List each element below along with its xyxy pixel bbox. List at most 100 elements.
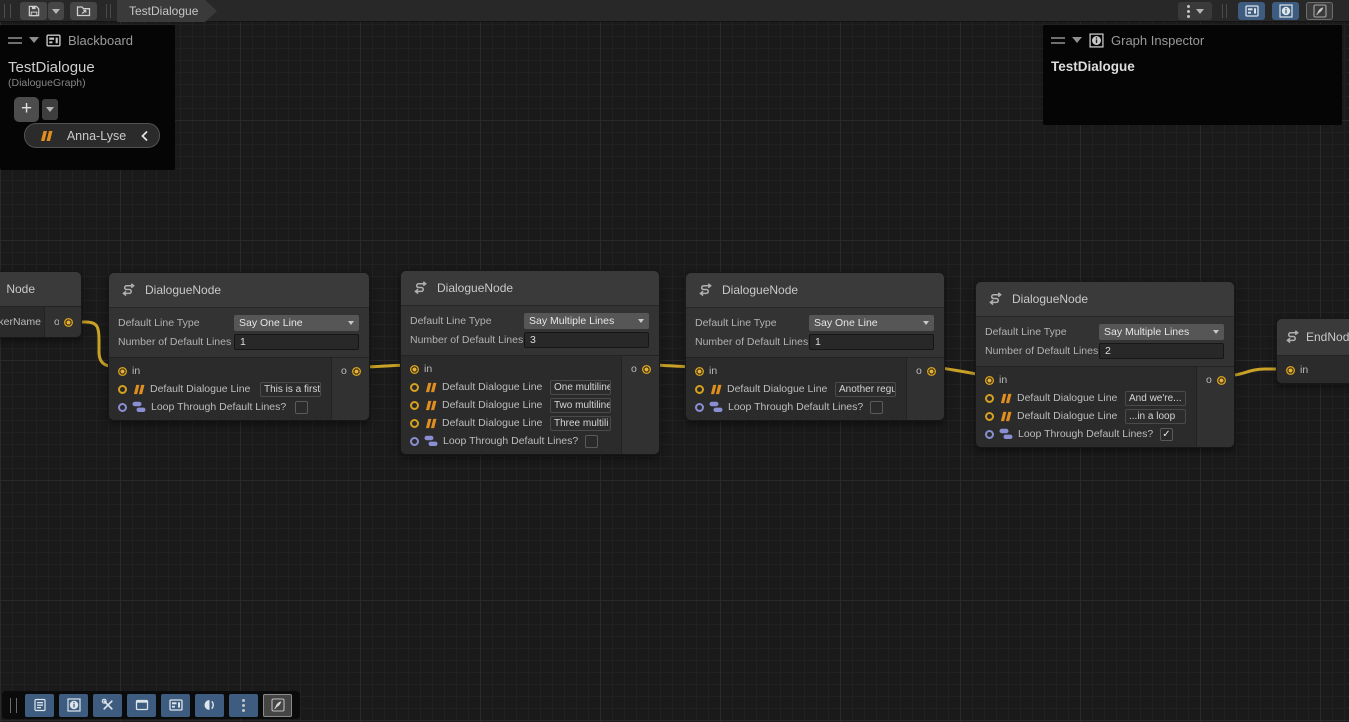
more-options-button[interactable] xyxy=(229,694,258,717)
bool-port[interactable] xyxy=(695,403,704,412)
dialogue-node-2[interactable]: DialogueNode Default Line Type Say Multi… xyxy=(400,270,660,455)
num-lines-field[interactable]: 2 xyxy=(1099,343,1224,359)
toggle-console-button[interactable] xyxy=(25,694,54,717)
dialogue-line-field[interactable]: Another regu xyxy=(835,382,896,397)
dialogue-node-4[interactable]: DialogueNode Default Line Type Say Multi… xyxy=(975,281,1235,448)
add-property-button[interactable]: + xyxy=(14,97,39,122)
toolbar-drag-handle[interactable] xyxy=(10,698,17,713)
loop-checkbox[interactable] xyxy=(870,401,883,414)
line-type-dropdown[interactable]: Say Multiple Lines xyxy=(524,313,649,329)
chevron-down-icon xyxy=(46,107,54,112)
bool-port[interactable] xyxy=(410,437,419,446)
loop-label: Loop Through Default Lines? xyxy=(1018,428,1153,440)
toggle-blackboard-button[interactable] xyxy=(161,694,190,717)
open-asset-button[interactable] xyxy=(70,2,97,20)
chevron-left-icon[interactable] xyxy=(140,130,149,142)
node-title-bar[interactable]: Node xyxy=(0,272,81,306)
dialogue-node-icon xyxy=(986,291,1003,308)
speaker-node[interactable]: Node kerName out xyxy=(0,271,82,338)
num-lines-label: Number of Default Lines xyxy=(118,336,234,348)
more-options-button[interactable] xyxy=(1178,2,1212,20)
output-port[interactable] xyxy=(64,318,73,327)
toggle-tools-button[interactable] xyxy=(93,694,122,717)
toggle-blackboard-button[interactable] xyxy=(1238,2,1265,20)
dialogue-line-label: Default Dialogue Line 3 xyxy=(442,417,545,429)
blackboard-panel[interactable]: Blackboard TestDialogue (DialogueGraph) … xyxy=(0,25,175,170)
dialogue-node-icon xyxy=(411,280,428,297)
output-port[interactable] xyxy=(1217,376,1226,385)
string-port[interactable] xyxy=(410,383,419,392)
string-port[interactable] xyxy=(695,385,704,394)
bool-port[interactable] xyxy=(118,403,127,412)
add-property-dropdown[interactable] xyxy=(42,99,58,120)
half-disc-icon xyxy=(203,698,217,712)
dialogue-line-field[interactable]: Three multili xyxy=(550,416,611,431)
tab-testdialogue[interactable]: TestDialogue xyxy=(117,0,217,22)
node-title-bar[interactable]: DialogueNode xyxy=(976,282,1234,316)
input-port[interactable] xyxy=(985,376,994,385)
node-title-bar[interactable]: DialogueNode xyxy=(686,273,944,307)
output-port[interactable] xyxy=(642,365,651,374)
drag-handle-icon[interactable] xyxy=(8,37,22,44)
toggle-info-button[interactable] xyxy=(59,694,88,717)
toggle-inspector-button[interactable] xyxy=(1272,2,1299,20)
string-port[interactable] xyxy=(410,419,419,428)
loop-checkbox[interactable] xyxy=(585,435,598,448)
output-port[interactable] xyxy=(927,367,936,376)
num-lines-field[interactable]: 1 xyxy=(809,334,934,350)
blackboard-field-anna-lyse[interactable]: Anna-Lyse xyxy=(24,123,160,148)
blackboard-icon xyxy=(46,33,61,48)
string-port[interactable] xyxy=(410,401,419,410)
drag-handle-icon[interactable] xyxy=(1051,37,1065,44)
dialogue-line-field[interactable]: Two multiline xyxy=(550,398,611,413)
window-icon xyxy=(135,698,149,712)
save-dropdown-button[interactable] xyxy=(48,2,64,20)
foldout-arrow-icon[interactable] xyxy=(1072,37,1082,43)
save-button[interactable] xyxy=(20,2,47,20)
input-port[interactable] xyxy=(410,365,419,374)
input-port[interactable] xyxy=(1286,366,1295,375)
end-node-icon xyxy=(1283,329,1300,346)
toggle-window-button[interactable] xyxy=(127,694,156,717)
top-toolbar: TestDialogue xyxy=(0,0,1349,22)
folder-open-icon xyxy=(76,4,91,18)
quote-icon xyxy=(424,400,437,411)
string-port[interactable] xyxy=(985,412,994,421)
loop-label: Loop Through Default Lines? xyxy=(728,401,863,413)
input-port[interactable] xyxy=(695,367,704,376)
dialogue-line-field[interactable]: ...in a loop xyxy=(1125,409,1186,424)
string-port[interactable] xyxy=(118,385,127,394)
end-node[interactable]: EndNode in xyxy=(1276,318,1349,384)
dropdown-value: Say One Line xyxy=(239,317,303,329)
loop-checkbox[interactable]: ✓ xyxy=(1160,428,1173,441)
dialogue-line-label: Default Dialogue Line xyxy=(727,383,827,395)
quill-icon xyxy=(1313,4,1327,18)
dialogue-node-3[interactable]: DialogueNode Default Line Type Say One L… xyxy=(685,272,945,421)
node-title-bar[interactable]: DialogueNode xyxy=(109,273,369,307)
dialogue-line-field[interactable]: One multiline xyxy=(550,380,611,395)
toggle-preview-mode-button[interactable] xyxy=(195,694,224,717)
string-port[interactable] xyxy=(985,394,994,403)
num-lines-field[interactable]: 1 xyxy=(234,334,359,350)
toggle-preview-button[interactable] xyxy=(1306,2,1333,20)
node-title: DialogueNode xyxy=(437,281,513,295)
dialogue-line-field[interactable]: And we're... xyxy=(1125,391,1186,406)
node-title-bar[interactable]: DialogueNode xyxy=(401,271,659,305)
toggle-quill-button[interactable] xyxy=(263,694,292,717)
in-port-label: in xyxy=(999,374,1007,386)
kebab-menu-icon xyxy=(1187,5,1190,18)
line-type-dropdown[interactable]: Say Multiple Lines xyxy=(1099,324,1224,340)
node-title-bar[interactable]: EndNode xyxy=(1277,319,1349,355)
loop-checkbox[interactable] xyxy=(295,401,308,414)
line-type-dropdown[interactable]: Say One Line xyxy=(809,315,934,331)
output-port[interactable] xyxy=(352,367,361,376)
toolbar-drag-handle[interactable] xyxy=(4,4,11,18)
dialogue-node-1[interactable]: DialogueNode Default Line Type Say One L… xyxy=(108,272,370,421)
input-port[interactable] xyxy=(118,367,127,376)
line-type-dropdown[interactable]: Say One Line xyxy=(234,315,359,331)
foldout-arrow-icon[interactable] xyxy=(29,37,39,43)
graph-inspector-panel[interactable]: Graph Inspector TestDialogue xyxy=(1043,25,1342,125)
num-lines-field[interactable]: 3 xyxy=(524,332,649,348)
bool-port[interactable] xyxy=(985,430,994,439)
dialogue-line-field[interactable]: This is a first xyxy=(260,382,321,397)
